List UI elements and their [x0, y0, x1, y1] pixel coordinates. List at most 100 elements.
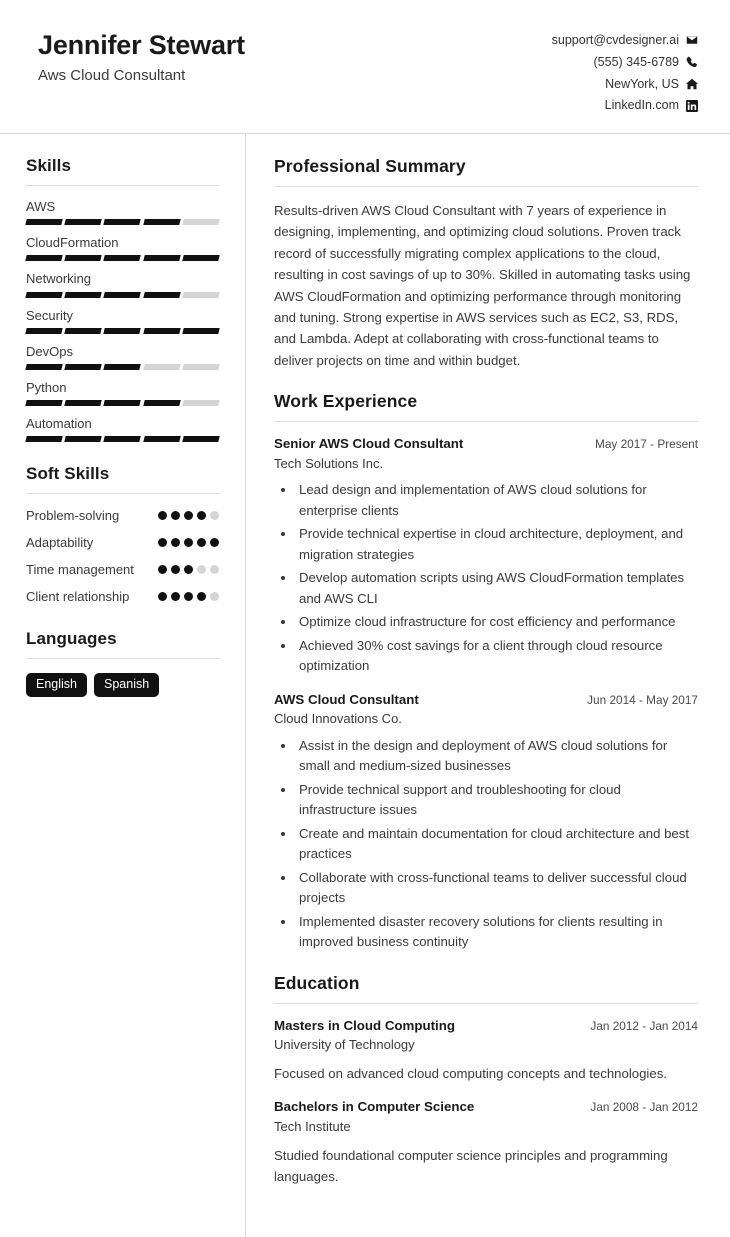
skill-bar-segment — [64, 219, 103, 226]
rating-dot — [171, 591, 180, 601]
skill-bar-segment — [25, 400, 63, 407]
skill-level-bar — [25, 255, 220, 262]
list-item: Assist in the design and deployment of A… — [296, 736, 698, 777]
skill-label: Python — [26, 379, 67, 395]
rating-dot — [197, 538, 206, 548]
skill-bar-segment — [103, 219, 142, 226]
soft-skill-rating — [158, 534, 219, 548]
list-item: Provide technical support and troublesho… — [296, 780, 698, 821]
rating-dot — [197, 511, 206, 521]
skill-label: AWS — [26, 199, 56, 214]
skill-level-bar — [25, 400, 220, 407]
language-pill: Spanish — [94, 672, 160, 698]
skill-bar-segment — [142, 255, 181, 262]
skill-list: AWS CloudFormation Networking Security DevOp… — [25, 198, 220, 443]
page-title: Jennifer Stewart — [38, 30, 245, 60]
skill-level-bar — [25, 219, 220, 226]
education-entry-date: Jan 2012 - Jan 2014 — [590, 1018, 698, 1033]
skill-bar-segment — [25, 255, 63, 262]
list-item: Optimize cloud infrastructure for cost e… — [296, 612, 698, 632]
education-entry: Bachelors in Computer Science Jan 2008 - … — [274, 1098, 698, 1187]
skill-level-bar — [25, 363, 220, 370]
education-divider — [274, 1002, 698, 1004]
education-entry-school: University of Technology — [274, 1037, 415, 1053]
skill-bar-segment — [25, 363, 63, 370]
skill-level-bar — [25, 436, 220, 443]
skill-bar-segment — [103, 291, 142, 298]
skill-item: DevOps — [25, 343, 220, 370]
skill-bar-segment — [25, 436, 63, 443]
section-languages: Languages English Spanish — [26, 629, 219, 698]
skill-item: Networking — [25, 270, 220, 298]
skill-bar-segment — [182, 436, 220, 443]
summary-divider — [274, 186, 698, 187]
work-entry-company: Cloud Innovations Co. — [274, 711, 402, 727]
section-professional-summary: Professional Summary Results-driven AWS … — [274, 156, 698, 371]
work-entry-header: AWS Cloud Consultant Jun 2014 - May 2017 — [274, 691, 698, 710]
work-experience-heading: Work Experience — [274, 391, 418, 411]
job-title: Aws Cloud Consultant — [38, 67, 186, 85]
section-education: Education Masters in Cloud Computing Jan … — [274, 973, 698, 1187]
soft-skill-rating — [158, 588, 219, 601]
education-heading: Education — [274, 972, 360, 993]
contact-phone[interactable]: (555) 345-6789 — [594, 53, 698, 72]
education-entry-description: Focused on advanced cloud computing conc… — [274, 1065, 667, 1081]
rating-dot — [197, 565, 206, 574]
list-item: Develop automation scripts using AWS Clo… — [296, 568, 698, 609]
soft-skill-rating — [158, 507, 219, 521]
soft-skill-label: Time management — [26, 562, 134, 577]
work-entry: Senior AWS Cloud Consultant May 2017 - Pr… — [274, 435, 698, 677]
rating-dot — [171, 511, 180, 521]
soft-skill-item: Problem-solving — [26, 507, 219, 526]
contact-linkedin[interactable]: LinkedIn.com — [605, 96, 698, 115]
skill-item: Automation — [25, 415, 220, 443]
skill-label: Automation — [26, 416, 92, 432]
skill-bar-segment — [182, 255, 220, 262]
skill-level-bar — [25, 291, 220, 298]
soft-skill-label: Client relationship — [26, 588, 130, 604]
skill-bar-segment — [64, 436, 103, 443]
skill-bar-segment — [64, 255, 103, 262]
skill-label: CloudFormation — [26, 235, 119, 251]
section-soft-skills: Soft Skills Problem-solving Adaptability T… — [26, 464, 219, 606]
skill-bar-segment — [103, 255, 142, 262]
section-skills: Skills AWS CloudFormation Networking Securi… — [25, 156, 220, 443]
contact-email[interactable]: support@cvdesigner.ai — [552, 31, 698, 50]
rating-dot — [210, 565, 219, 574]
skill-bar-segment — [182, 291, 220, 298]
rating-dot — [171, 565, 180, 574]
linkedin-icon — [686, 99, 698, 112]
skill-item: CloudFormation — [25, 234, 220, 262]
rating-dot — [210, 538, 219, 548]
skill-bar-segment — [142, 219, 181, 226]
soft-skill-item: Adaptability — [26, 534, 219, 553]
list-item: Create and maintain documentation for cl… — [296, 824, 698, 865]
work-entry-company: Tech Solutions Inc. — [274, 455, 384, 471]
list-item: Collaborate with cross-functional teams … — [296, 868, 698, 909]
skill-bar-segment — [142, 436, 181, 443]
education-entry-degree: Masters in Cloud Computing — [274, 1017, 455, 1033]
soft-skill-item: Client relationship — [26, 588, 219, 607]
rating-dot — [184, 565, 193, 574]
list-item: Achieved 30% cost savings for a client t… — [296, 636, 698, 677]
sidebar: Skills AWS CloudFormation Networking Securi… — [0, 134, 246, 1237]
education-entry-description: Studied foundational computer science pr… — [274, 1147, 668, 1184]
education-entry-header: Bachelors in Computer Science Jan 2008 - … — [274, 1098, 698, 1117]
skill-bar-segment — [182, 400, 220, 407]
skill-label: Networking — [26, 271, 92, 287]
skill-bar-segment — [103, 436, 142, 443]
language-list: English Spanish — [26, 672, 219, 698]
education-entry: Masters in Cloud Computing Jan 2012 - Jan… — [274, 1017, 698, 1085]
skill-bar-segment — [182, 327, 220, 334]
work-entry-bullets: Lead design and implementation of AWS cl… — [274, 480, 698, 676]
language-pill: English — [26, 672, 87, 698]
contact-list: support@cvdesigner.ai (555) 345-6789 New… — [552, 28, 698, 115]
rating-dot — [158, 565, 167, 574]
resume-body: Skills AWS CloudFormation Networking Securi… — [0, 134, 730, 1237]
email-icon — [686, 34, 698, 46]
rating-dot — [210, 511, 219, 521]
skills-heading: Skills — [26, 156, 72, 175]
rating-dot — [184, 538, 193, 548]
work-entry-role: AWS Cloud Consultant — [274, 691, 419, 707]
skill-bar-segment — [142, 291, 181, 298]
